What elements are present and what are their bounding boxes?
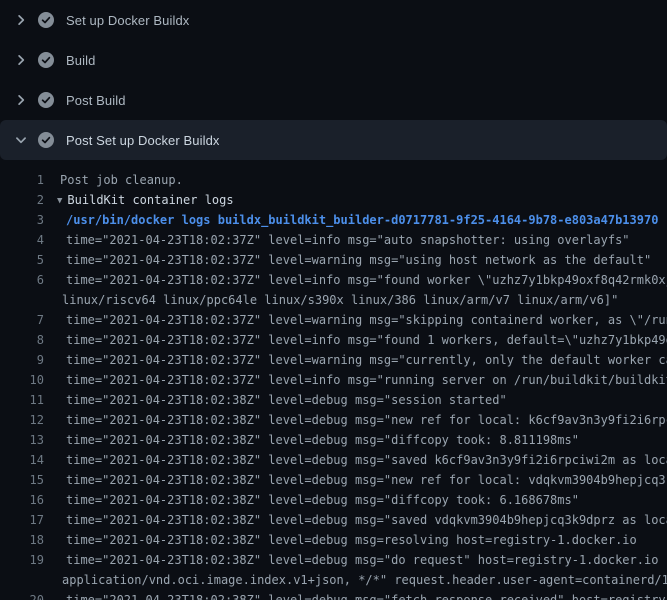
log-text: application/vnd.oci.image.index.v1+json,… [62,570,667,590]
log-line: 12 time="2021-04-23T18:02:38Z" level=debu… [0,410,667,430]
log-line: 18 time="2021-04-23T18:02:38Z" level=debu… [0,530,667,550]
log-command-text: /usr/bin/docker logs buildx_buildkit_bui… [66,210,658,230]
log-output: 1 Post job cleanup. 2 ▼ BuildKit container l… [0,160,667,600]
line-number[interactable]: 12 [0,410,44,430]
line-number[interactable]: 16 [0,490,44,510]
line-number[interactable]: 1 [0,170,44,190]
step-row-set-up-docker-buildx[interactable]: Set up Docker Buildx [0,0,667,40]
line-number[interactable]: 11 [0,390,44,410]
log-text: time="2021-04-23T18:02:37Z" level=info m… [66,330,667,350]
log-text: time="2021-04-23T18:02:38Z" level=debug … [66,470,667,490]
line-number[interactable]: 20 [0,590,44,600]
line-number[interactable]: 2 [0,190,44,210]
log-text: linux/riscv64 linux/ppc64le linux/s390x … [62,290,618,310]
log-group-toggle[interactable]: ▼ BuildKit container logs [57,190,234,212]
log-line: 15 time="2021-04-23T18:02:38Z" level=debu… [0,470,667,490]
chevron-right-icon [13,52,29,68]
step-row-post-set-up-docker-buildx[interactable]: Post Set up Docker Buildx [0,120,667,160]
log-line: 16 time="2021-04-23T18:02:38Z" level=debu… [0,490,667,510]
line-number[interactable]: 18 [0,530,44,550]
step-row-post-build[interactable]: Post Build [0,80,667,120]
disclosure-triangle-icon: ▼ [57,191,62,211]
check-circle-icon [38,92,54,108]
line-number[interactable]: 6 [0,270,44,290]
line-number[interactable]: 14 [0,450,44,470]
step-row-build[interactable]: Build [0,40,667,80]
actions-log-viewer: Set up Docker Buildx Build Post Build Post … [0,0,667,600]
line-number[interactable]: 13 [0,430,44,450]
line-number[interactable]: 3 [0,210,44,230]
step-list: Set up Docker Buildx Build Post Build Post … [0,0,667,160]
log-line: application/vnd.oci.image.index.v1+json,… [0,570,667,590]
line-number[interactable]: 9 [0,350,44,370]
log-group-label: BuildKit container logs [67,193,233,207]
log-text: time="2021-04-23T18:02:38Z" level=debug … [66,410,667,430]
log-line: 17 time="2021-04-23T18:02:38Z" level=debu… [0,510,667,530]
line-number[interactable]: 17 [0,510,44,530]
log-text: time="2021-04-23T18:02:38Z" level=debug … [66,550,667,570]
log-line: 14 time="2021-04-23T18:02:38Z" level=debu… [0,450,667,470]
log-text: time="2021-04-23T18:02:38Z" level=debug … [66,590,667,600]
log-line: 9 time="2021-04-23T18:02:37Z" level=warni… [0,350,667,370]
line-number[interactable]: 15 [0,470,44,490]
log-text: time="2021-04-23T18:02:38Z" level=debug … [66,450,667,470]
log-text: time="2021-04-23T18:02:37Z" level=warnin… [66,310,667,330]
line-number[interactable]: 4 [0,230,44,250]
log-line: 4 time="2021-04-23T18:02:37Z" level=info … [0,230,667,250]
line-number[interactable]: 7 [0,310,44,330]
log-line: 13 time="2021-04-23T18:02:38Z" level=debu… [0,430,667,450]
line-number[interactable]: 19 [0,550,44,570]
log-line: linux/riscv64 linux/ppc64le linux/s390x … [0,290,667,310]
check-circle-icon [38,12,54,28]
step-title: Post Set up Docker Buildx [66,133,220,148]
log-text: time="2021-04-23T18:02:38Z" level=debug … [66,390,507,410]
chevron-right-icon [13,92,29,108]
check-circle-icon [38,132,54,148]
log-text: time="2021-04-23T18:02:37Z" level=info m… [66,230,630,250]
chevron-down-icon [13,132,29,148]
log-text: time="2021-04-23T18:02:38Z" level=debug … [66,430,579,450]
log-line: 6 time="2021-04-23T18:02:37Z" level=info … [0,270,667,290]
line-number[interactable]: 10 [0,370,44,390]
log-line: 1 Post job cleanup. [0,170,667,190]
log-line: 20 time="2021-04-23T18:02:38Z" level=debu… [0,590,667,600]
step-title: Post Build [66,93,126,108]
check-circle-icon [38,52,54,68]
log-text: time="2021-04-23T18:02:38Z" level=debug … [66,530,637,550]
log-text: time="2021-04-23T18:02:37Z" level=info m… [66,270,667,290]
log-line: 11 time="2021-04-23T18:02:38Z" level=debu… [0,390,667,410]
log-line: 10 time="2021-04-23T18:02:37Z" level=info… [0,370,667,390]
log-line: 5 time="2021-04-23T18:02:37Z" level=warni… [0,250,667,270]
log-line: 19 time="2021-04-23T18:02:38Z" level=debu… [0,550,667,570]
log-line: 7 time="2021-04-23T18:02:37Z" level=warni… [0,310,667,330]
log-text: time="2021-04-23T18:02:38Z" level=debug … [66,490,579,510]
log-line: 2 ▼ BuildKit container logs [0,190,667,210]
line-number[interactable]: 5 [0,250,44,270]
step-title: Set up Docker Buildx [66,13,189,28]
chevron-right-icon [13,12,29,28]
log-text: time="2021-04-23T18:02:38Z" level=debug … [66,510,667,530]
log-line: 8 time="2021-04-23T18:02:37Z" level=info … [0,330,667,350]
log-text: time="2021-04-23T18:02:37Z" level=warnin… [66,350,667,370]
log-text: time="2021-04-23T18:02:37Z" level=warnin… [66,250,651,270]
log-line: 3/usr/bin/docker logs buildx_buildkit_bu… [0,210,667,230]
log-text: time="2021-04-23T18:02:37Z" level=info m… [66,370,667,390]
step-title: Build [66,53,95,68]
log-text: Post job cleanup. [60,170,183,190]
line-number[interactable]: 8 [0,330,44,350]
